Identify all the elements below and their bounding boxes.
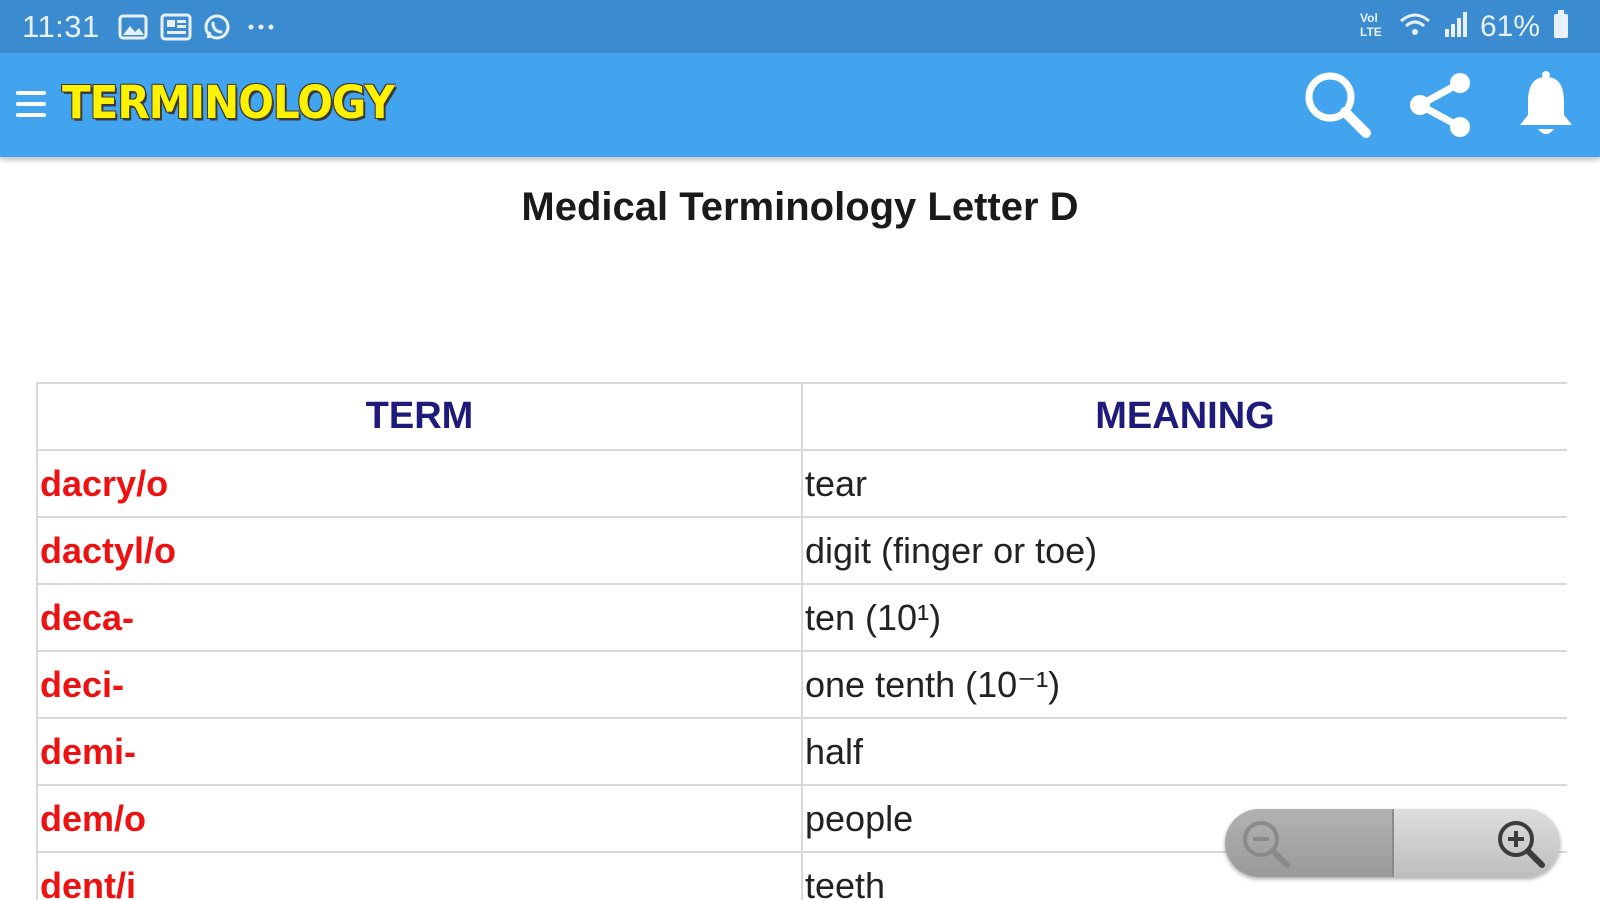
bell-icon[interactable] <box>1508 67 1584 143</box>
page-title: Medical Terminology Letter D <box>521 185 1079 229</box>
table-row: deca- ten (10¹) <box>36 583 1567 652</box>
column-header-meaning: MEANING <box>801 382 1567 451</box>
meaning-cell: half <box>801 717 1567 786</box>
gallery-icon <box>118 13 148 41</box>
term-cell: demi- <box>36 717 803 786</box>
meaning-cell: digit (finger or toe) <box>801 516 1567 585</box>
meaning-cell: ten (10¹) <box>801 583 1567 652</box>
more-icon <box>244 13 274 41</box>
table-row: dacry/o tear <box>36 449 1567 518</box>
zoom-out-button[interactable] <box>1225 809 1392 877</box>
menu-icon[interactable] <box>16 85 46 125</box>
status-bar: 11:31 Vol LTE 61% <box>0 0 1600 53</box>
app-title: TERMINOLOGY <box>62 76 395 129</box>
meaning-cell: tear <box>801 449 1567 518</box>
signal-icon <box>1444 9 1468 44</box>
zoom-in-icon <box>1498 821 1545 868</box>
term-cell: dent/i <box>36 851 803 900</box>
whatsapp-icon <box>202 13 232 41</box>
notification-icons <box>118 12 274 42</box>
meaning-cell: one tenth (10⁻¹) <box>801 650 1567 719</box>
column-header-term: TERM <box>36 382 803 451</box>
term-cell: dem/o <box>36 784 803 853</box>
zoom-out-icon <box>1243 821 1290 868</box>
table-header-row: TERM MEANING <box>36 382 1567 451</box>
status-time: 11:31 <box>22 9 100 44</box>
table-row: deci- one tenth (10⁻¹) <box>36 650 1567 719</box>
search-icon[interactable] <box>1300 67 1376 143</box>
share-icon[interactable] <box>1404 67 1480 143</box>
zoom-in-button[interactable] <box>1391 809 1560 877</box>
term-cell: dactyl/o <box>36 516 803 585</box>
app-bar: TERMINOLOGY <box>0 53 1600 157</box>
svg-text:Vol: Vol <box>1360 11 1378 25</box>
battery-percent: 61% <box>1479 9 1540 43</box>
volte-icon: Vol LTE <box>1358 9 1386 44</box>
term-cell: deci- <box>36 650 803 719</box>
table-row: dactyl/o digit (finger or toe) <box>36 516 1567 585</box>
zoom-control <box>1225 809 1560 877</box>
term-cell: deca- <box>36 583 803 652</box>
wifi-icon <box>1398 9 1432 44</box>
table-row: demi- half <box>36 717 1567 786</box>
svg-text:LTE: LTE <box>1360 25 1382 39</box>
battery-icon <box>1552 9 1570 44</box>
status-right: Vol LTE 61% <box>1358 9 1570 44</box>
term-cell: dacry/o <box>36 449 803 518</box>
news-icon <box>160 13 192 41</box>
